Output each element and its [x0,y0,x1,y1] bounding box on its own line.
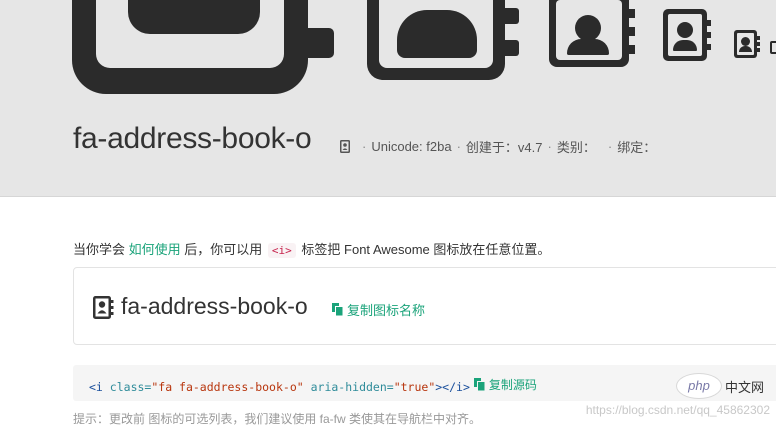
separator: · [607,139,613,154]
address-book-icon-xs [734,30,760,58]
alias-label: 绑定： [617,140,657,155]
address-book-icon-xl [72,0,334,94]
hero-header: fa-address-book-o · Unicode: f2ba · 创建于：… [0,0,776,197]
how-to-use-link[interactable]: 如何使用 [129,242,181,257]
code-token: "fa fa-address-book-o" [151,380,304,394]
code-snippet-box: <i class="fa fa-address-book-o" aria-hid… [73,365,776,401]
code-token: aria-hidden= [310,380,394,394]
separator: · [547,139,552,154]
code-token: <i [89,380,103,394]
separator: · [362,139,367,154]
demo-icon-name: fa-address-book-o [121,293,308,319]
i-tag-code: <i> [267,243,296,258]
code-token: class= [109,380,152,394]
page-title: fa-address-book-o [73,122,312,155]
code-token: "true" [393,380,436,394]
address-book-icon-md [549,0,637,67]
address-book-icon [93,296,114,319]
php-logo: php [676,373,722,399]
copy-icon-name-button[interactable]: 复制图标名称 [332,300,425,319]
category-label: 类别： [556,140,596,155]
watermark: https://blog.csdn.net/qq_45862302 [585,403,770,417]
usage-intro: 当你学会 如何使用 后，你可以用 <i> 标签把 Font Awesome 图标… [73,239,550,258]
icon-meta: · Unicode: f2ba · 创建于：v4.7 · 类别： · 绑定： [340,137,656,156]
copy-source-label: 复制源码 [488,378,537,392]
intro-text: 标签把 Font Awesome 图标放在任意位置。 [301,242,551,257]
address-book-icon [340,140,350,153]
code-token: ></i> [435,380,470,394]
intro-text: 后，你可以用 [184,242,263,257]
address-book-icon-sm [663,9,713,61]
version-value: 创建于：v4.7 [465,140,543,155]
copy-icon-name-label: 复制图标名称 [347,303,426,318]
code-snippet: <i class="fa fa-address-book-o" aria-hid… [89,376,537,394]
php-logo-text: 中文网 [725,380,765,395]
icon-demo-box: fa-address-book-o 复制图标名称 [73,267,776,345]
copy-icon [473,378,485,391]
intro-text: 当你学会 [73,242,126,257]
address-book-icon-xxs [770,41,776,54]
separator: · [456,139,461,154]
address-book-icon-lg [367,0,523,80]
unicode-value: Unicode: f2ba [371,139,452,154]
copy-source-button[interactable]: 复制源码 [473,376,537,393]
copy-icon [332,303,343,316]
